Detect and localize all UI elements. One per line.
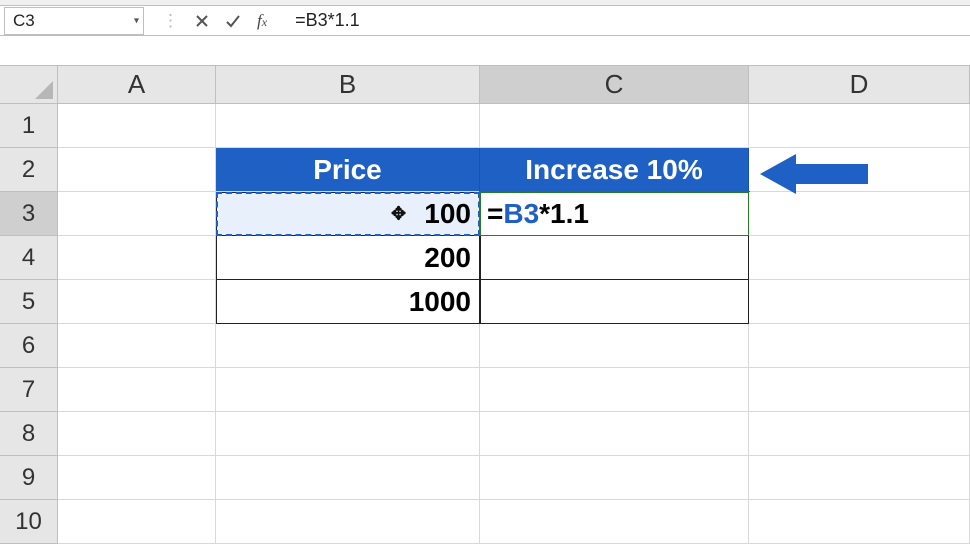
cell-A4[interactable] — [58, 236, 216, 280]
cell-D1[interactable] — [749, 104, 970, 148]
enter-icon[interactable] — [225, 14, 241, 28]
col-header-B[interactable]: B — [216, 66, 480, 104]
select-all-corner[interactable] — [0, 66, 58, 104]
row-header-7[interactable]: 7 — [0, 368, 58, 412]
cell-C2[interactable]: Increase 10% — [480, 148, 749, 192]
row-header-3[interactable]: 3 — [0, 192, 58, 236]
row-header-4[interactable]: 4 — [0, 236, 58, 280]
cell-B3-value: 100 — [424, 198, 471, 230]
formula-bar: C3 ▾ ⋮ fx =B3*1.1 — [0, 6, 970, 36]
cell-B2[interactable]: Price — [216, 148, 480, 192]
cell-C4[interactable] — [480, 236, 749, 280]
cell-D5[interactable] — [749, 280, 970, 324]
col-header-C[interactable]: C — [480, 66, 749, 104]
cell-A7[interactable] — [58, 368, 216, 412]
cell-D4[interactable] — [749, 236, 970, 280]
cell-B3[interactable]: ✥ 100 — [216, 192, 480, 236]
cell-D8[interactable] — [749, 412, 970, 456]
cell-D10[interactable] — [749, 500, 970, 544]
cell-C6[interactable] — [480, 324, 749, 368]
cell-B7[interactable] — [216, 368, 480, 412]
col-header-A[interactable]: A — [58, 66, 216, 104]
cell-A6[interactable] — [58, 324, 216, 368]
cell-C10[interactable] — [480, 500, 749, 544]
cell-C8[interactable] — [480, 412, 749, 456]
cell-C3-formula: =B3*1.1 — [487, 198, 589, 230]
cell-A9[interactable] — [58, 456, 216, 500]
spreadsheet-grid[interactable]: A B C D 1 2 Price Increase 10% 3 ✥ 100 =… — [0, 66, 970, 544]
row-header-6[interactable]: 6 — [0, 324, 58, 368]
cell-C5[interactable] — [480, 280, 749, 324]
cell-D6[interactable] — [749, 324, 970, 368]
cell-C7[interactable] — [480, 368, 749, 412]
cell-A3[interactable] — [58, 192, 216, 236]
cell-A1[interactable] — [58, 104, 216, 148]
row-header-8[interactable]: 8 — [0, 412, 58, 456]
cell-C1[interactable] — [480, 104, 749, 148]
table-header-price: Price — [313, 154, 382, 186]
row-header-1[interactable]: 1 — [0, 104, 58, 148]
cell-B1[interactable] — [216, 104, 480, 148]
cell-B6[interactable] — [216, 324, 480, 368]
cell-A2[interactable] — [58, 148, 216, 192]
table-header-increase: Increase 10% — [525, 154, 702, 186]
cell-A10[interactable] — [58, 500, 216, 544]
cell-B9[interactable] — [216, 456, 480, 500]
cancel-icon[interactable] — [195, 14, 209, 28]
cell-D7[interactable] — [749, 368, 970, 412]
col-header-D[interactable]: D — [749, 66, 970, 104]
name-box[interactable]: C3 ▾ — [4, 7, 144, 35]
formula-bar-text[interactable]: =B3*1.1 — [285, 10, 970, 31]
cell-A8[interactable] — [58, 412, 216, 456]
cell-B10[interactable] — [216, 500, 480, 544]
cell-B8[interactable] — [216, 412, 480, 456]
move-cursor-icon: ✥ — [391, 204, 406, 225]
cell-B4-value: 200 — [424, 242, 471, 274]
cell-D9[interactable] — [749, 456, 970, 500]
row-header-10[interactable]: 10 — [0, 500, 58, 544]
row-header-9[interactable]: 9 — [0, 456, 58, 500]
dotted-handle-icon: ⋮ — [162, 11, 179, 31]
name-box-value: C3 — [13, 11, 35, 31]
fx-icon[interactable]: fx — [257, 11, 267, 31]
cell-C3[interactable]: =B3*1.1 — [480, 192, 749, 236]
cell-B5-value: 1000 — [409, 286, 471, 318]
cell-C9[interactable] — [480, 456, 749, 500]
name-box-dropdown-icon[interactable]: ▾ — [134, 15, 139, 26]
row-header-2[interactable]: 2 — [0, 148, 58, 192]
cell-B4[interactable]: 200 — [216, 236, 480, 280]
cell-B5[interactable]: 1000 — [216, 280, 480, 324]
cell-D2[interactable] — [749, 148, 970, 192]
row-header-5[interactable]: 5 — [0, 280, 58, 324]
cell-A5[interactable] — [58, 280, 216, 324]
cell-D3[interactable] — [749, 192, 970, 236]
